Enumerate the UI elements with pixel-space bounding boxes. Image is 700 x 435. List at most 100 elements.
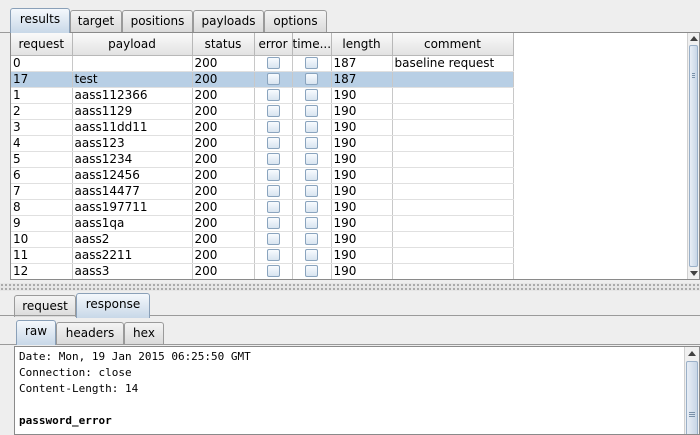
tab-raw[interactable]: raw — [16, 320, 56, 345]
tab-request[interactable]: request — [14, 295, 76, 317]
response-vertical-scrollbar[interactable] — [684, 347, 699, 434]
table-row[interactable]: 17 test 200 187 — [11, 71, 514, 88]
response-scroll-up-arrow-icon[interactable] — [688, 351, 696, 356]
cell-comment — [392, 199, 514, 216]
table-row[interactable]: 7 aass14477 200 190 — [11, 183, 514, 200]
detail-tab-bar: request response — [0, 291, 700, 318]
cell-payload: aass14477 — [72, 183, 193, 200]
response-viewer[interactable]: Date: Mon, 19 Jan 2015 06:25:50 GMT Conne… — [14, 346, 700, 435]
cell-length: 190 — [331, 199, 393, 216]
cell-payload: aass1129 — [72, 103, 193, 120]
timeout-checkbox-icon — [305, 89, 318, 101]
table-scroll-thumb[interactable] — [689, 45, 698, 267]
cell-request: 11 — [11, 247, 73, 264]
cell-request: 1 — [11, 87, 73, 104]
response-line — [19, 397, 695, 413]
cell-payload: aass1234 — [72, 151, 193, 168]
cell-comment — [392, 167, 514, 184]
table-row[interactable]: 9 aass1qa 200 190 — [11, 215, 514, 232]
results-table-panel: request payload status error time... len… — [10, 32, 700, 280]
cell-request: 3 — [11, 119, 73, 136]
cell-timeout — [292, 231, 332, 248]
cell-comment — [392, 215, 514, 232]
cell-payload: test — [72, 71, 193, 88]
response-line: Content-Length: 14 — [19, 382, 139, 395]
cell-error — [254, 183, 293, 200]
table-row[interactable]: 2 aass1129 200 190 — [11, 103, 514, 120]
cell-request: 12 — [11, 263, 73, 279]
cell-request: 7 — [11, 183, 73, 200]
table-row[interactable]: 0 200 187 baseline request — [11, 55, 514, 72]
cell-status: 200 — [192, 119, 255, 136]
error-checkbox-icon — [266, 105, 280, 117]
cell-comment — [392, 103, 514, 120]
table-row[interactable]: 1 aass112366 200 190 — [11, 87, 514, 104]
cell-status: 200 — [192, 135, 255, 152]
tab-results[interactable]: results — [10, 8, 70, 33]
cell-length: 190 — [331, 119, 393, 136]
timeout-checkbox-icon — [305, 121, 318, 133]
response-line: password_error — [19, 414, 112, 427]
cell-length: 190 — [331, 167, 393, 184]
cell-comment — [392, 119, 514, 136]
cell-status: 200 — [192, 151, 255, 168]
cell-length: 190 — [331, 215, 393, 232]
column-header-payload[interactable]: payload — [72, 33, 193, 56]
table-row[interactable]: 4 aass123 200 190 — [11, 135, 514, 152]
tab-positions[interactable]: positions — [122, 10, 193, 32]
cell-length: 190 — [331, 87, 393, 104]
cell-length: 190 — [331, 231, 393, 248]
error-checkbox-icon — [266, 137, 280, 149]
column-header-status[interactable]: status — [192, 33, 255, 56]
error-checkbox-icon — [266, 121, 280, 133]
table-row[interactable]: 12 aass3 200 190 — [11, 263, 514, 279]
cell-comment — [392, 87, 514, 104]
column-header-request[interactable]: request — [11, 33, 73, 56]
main-tab-bar: results target positions payloads option… — [0, 6, 700, 33]
tab-hex[interactable]: hex — [124, 322, 164, 344]
cell-payload: aass2 — [72, 231, 193, 248]
tab-response[interactable]: response — [76, 293, 150, 318]
table-row[interactable]: 11 aass2211 200 190 — [11, 247, 514, 264]
tab-options[interactable]: options — [264, 10, 327, 32]
table-row[interactable]: 3 aass11dd11 200 190 — [11, 119, 514, 136]
cell-timeout — [292, 167, 332, 184]
tab-payloads[interactable]: payloads — [193, 10, 264, 32]
response-text[interactable]: Date: Mon, 19 Jan 2015 06:25:50 GMT Conne… — [15, 347, 699, 431]
cell-error — [254, 231, 293, 248]
table-vertical-scrollbar[interactable] — [687, 33, 699, 279]
cell-payload: aass123 — [72, 135, 193, 152]
table-row[interactable]: 10 aass2 200 190 — [11, 231, 514, 248]
column-header-timeout[interactable]: time... — [292, 33, 332, 56]
column-header-length[interactable]: length — [331, 33, 393, 56]
scroll-up-arrow-icon[interactable] — [690, 36, 698, 41]
cell-timeout — [292, 135, 332, 152]
table-row[interactable]: 8 aass197711 200 190 — [11, 199, 514, 216]
view-tab-divider — [0, 344, 700, 345]
tab-headers[interactable]: headers — [56, 322, 124, 344]
cell-status: 200 — [192, 231, 255, 248]
error-checkbox-icon — [266, 169, 280, 181]
scroll-down-arrow-icon[interactable] — [690, 271, 698, 276]
cell-request: 5 — [11, 151, 73, 168]
timeout-checkbox-icon — [305, 137, 318, 149]
error-checkbox-icon — [266, 73, 280, 85]
table-row[interactable]: 5 aass1234 200 190 — [11, 151, 514, 168]
cell-timeout — [292, 87, 332, 104]
cell-status: 200 — [192, 247, 255, 264]
tab-target[interactable]: target — [70, 10, 122, 32]
table-row[interactable]: 6 aass12456 200 190 — [11, 167, 514, 184]
cell-comment — [392, 135, 514, 152]
response-scroll-thumb[interactable] — [686, 361, 698, 434]
error-checkbox-icon — [266, 217, 280, 229]
pane-splitter[interactable] — [0, 283, 700, 291]
timeout-checkbox-icon — [305, 217, 318, 229]
cell-comment — [392, 151, 514, 168]
error-checkbox-icon — [266, 265, 280, 277]
cell-length: 190 — [331, 103, 393, 120]
cell-timeout — [292, 247, 332, 264]
column-header-comment[interactable]: comment — [392, 33, 514, 56]
cell-comment — [392, 183, 514, 200]
column-header-error[interactable]: error — [254, 33, 293, 56]
timeout-checkbox-icon — [305, 201, 318, 213]
